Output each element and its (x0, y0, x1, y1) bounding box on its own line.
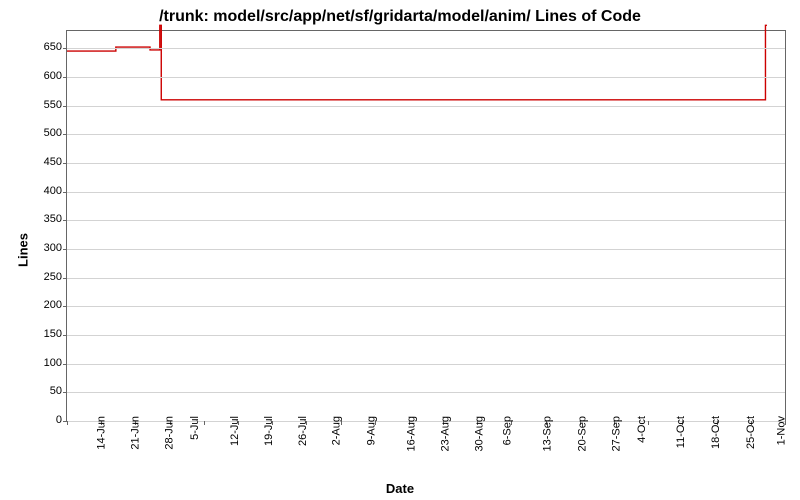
y-tick-label: 450 (32, 156, 62, 168)
x-tick-label: 14-Jun (96, 416, 108, 450)
y-tick-label: 550 (32, 99, 62, 111)
tick-mark-y (63, 134, 67, 135)
y-tick-label: 100 (32, 357, 62, 369)
gridline-h (67, 192, 785, 193)
tick-mark-y (63, 48, 67, 49)
tick-mark-y (63, 278, 67, 279)
y-tick-label: 200 (32, 299, 62, 311)
chart-title: /trunk: model/src/app/net/sf/gridarta/mo… (0, 8, 800, 26)
x-tick-label: 23-Aug (439, 416, 451, 451)
gridline-h (67, 278, 785, 279)
tick-mark-y (63, 220, 67, 221)
tick-mark-y (63, 392, 67, 393)
y-tick-label: 600 (32, 70, 62, 82)
tick-mark-x (648, 421, 649, 425)
data-line-svg (67, 31, 785, 421)
x-tick-label: 6-Sep (502, 416, 514, 445)
gridline-h (67, 106, 785, 107)
y-tick-label: 300 (32, 242, 62, 254)
y-axis-label: Lines (15, 233, 30, 267)
x-tick-label: 28-Jun (164, 416, 176, 450)
x-tick-label: 26-Jul (297, 416, 309, 446)
gridline-h (67, 163, 785, 164)
x-tick-label: 19-Jul (263, 416, 275, 446)
x-tick-label: 20-Sep (576, 416, 588, 451)
y-tick-label: 150 (32, 328, 62, 340)
x-tick-label: 5-Jul (188, 416, 200, 440)
x-tick-label: 4-Oct (636, 416, 648, 443)
tick-mark-y (63, 249, 67, 250)
y-tick-label: 50 (32, 385, 62, 397)
y-tick-label: 500 (32, 127, 62, 139)
tick-mark-x (204, 421, 205, 425)
x-axis-label: Date (0, 481, 800, 496)
x-tick-label: 9-Aug (365, 416, 377, 445)
y-tick-label: 350 (32, 213, 62, 225)
gridline-h (67, 220, 785, 221)
gridline-h (67, 335, 785, 336)
tick-mark-y (63, 306, 67, 307)
x-tick-label: 27-Sep (610, 416, 622, 451)
gridline-h (67, 77, 785, 78)
tick-mark-y (63, 335, 67, 336)
y-tick-label: 400 (32, 185, 62, 197)
gridline-h (67, 48, 785, 49)
tick-mark-x (67, 421, 68, 425)
x-tick-label: 18-Oct (710, 416, 722, 449)
gridline-h (67, 306, 785, 307)
gridline-h (67, 392, 785, 393)
tick-mark-y (63, 77, 67, 78)
gridline-h (67, 134, 785, 135)
x-tick-label: 11-Oct (675, 416, 687, 448)
x-tick-label: 30-Aug (474, 416, 486, 451)
y-tick-label: 0 (32, 414, 62, 426)
gridline-h (67, 364, 785, 365)
y-tick-label: 250 (32, 271, 62, 283)
plot-area (66, 30, 786, 422)
x-tick-label: 21-Jun (130, 416, 142, 450)
series-line (67, 25, 767, 100)
tick-mark-y (63, 106, 67, 107)
x-tick-label: 12-Jul (229, 416, 241, 446)
y-tick-label: 650 (32, 41, 62, 53)
x-tick-label: 16-Aug (405, 416, 417, 451)
tick-mark-y (63, 364, 67, 365)
x-tick-label: 25-Oct (745, 416, 757, 449)
tick-mark-y (63, 163, 67, 164)
gridline-h (67, 249, 785, 250)
x-tick-label: 13-Sep (542, 416, 554, 451)
x-tick-label: 1-Nov (775, 416, 787, 445)
tick-mark-y (63, 192, 67, 193)
chart-container: /trunk: model/src/app/net/sf/gridarta/mo… (0, 0, 800, 500)
x-tick-label: 2-Aug (331, 416, 343, 445)
